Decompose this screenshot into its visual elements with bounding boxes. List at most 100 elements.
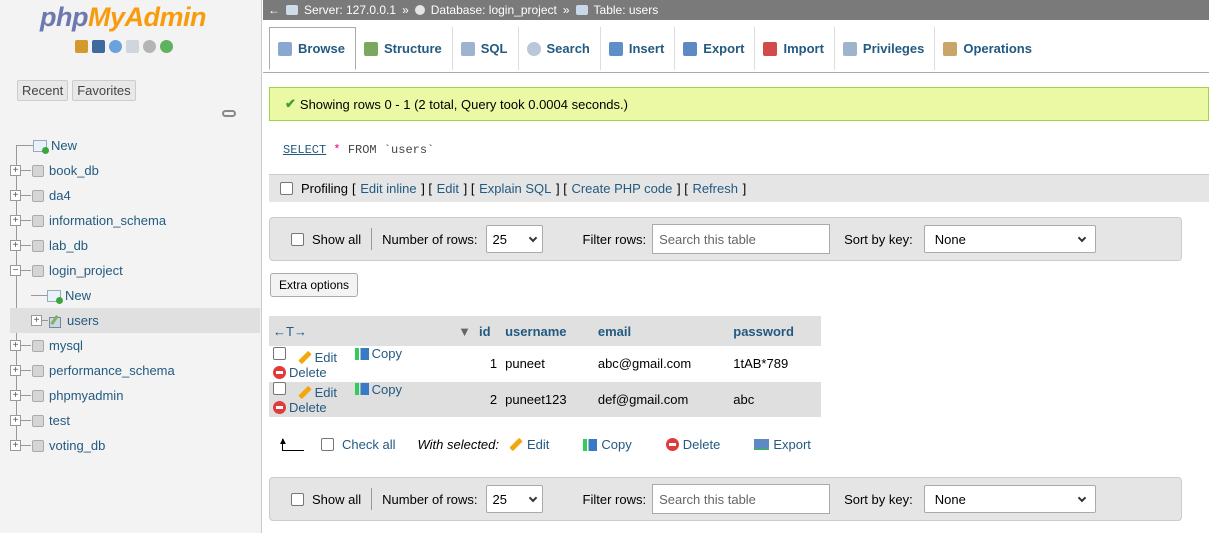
sql-keyword[interactable]: SELECT	[283, 143, 326, 157]
tab-recent[interactable]: Recent	[17, 80, 69, 101]
link-explain-sql[interactable]: Explain SQL	[479, 181, 551, 196]
show-all-checkbox[interactable]	[291, 232, 304, 246]
copy-label: Copy	[371, 381, 403, 397]
check-all-label[interactable]: Check all	[342, 437, 395, 452]
bulk-edit-label: Edit	[527, 437, 550, 452]
extra-options-button[interactable]: Extra options	[270, 273, 359, 297]
tab-operations[interactable]: Operations	[935, 27, 1042, 70]
rows-select[interactable]: 25	[485, 485, 543, 513]
link-edit-inline[interactable]: Edit inline	[360, 181, 416, 196]
edit-row-button[interactable]: Edit	[297, 350, 337, 365]
sort-select[interactable]: None	[923, 485, 1096, 513]
expand-icon[interactable]: +	[10, 215, 21, 226]
privileges-icon	[842, 41, 857, 56]
tree-item-performance-schema[interactable]: + performance_schema	[10, 358, 260, 383]
tab-insert[interactable]: Insert	[601, 27, 676, 70]
expand-icon[interactable]: +	[10, 365, 21, 376]
bulk-delete-button[interactable]: Delete	[665, 437, 720, 452]
row-checkbox[interactable]	[273, 346, 286, 360]
tree-item-information-schema[interactable]: + information_schema	[10, 208, 260, 233]
tree-item-phpmyadmin[interactable]: + phpmyadmin	[10, 383, 260, 408]
cell-password[interactable]: abc	[729, 381, 821, 417]
tab-export[interactable]: Export	[675, 27, 756, 70]
expand-icon[interactable]: +	[10, 390, 21, 401]
settings-icon[interactable]	[143, 40, 156, 53]
database-icon	[32, 439, 44, 452]
cell-username[interactable]: puneet123	[501, 381, 594, 417]
rows-select[interactable]: 25	[485, 225, 543, 253]
tree-item-users[interactable]: + users	[10, 308, 260, 333]
column-header-id[interactable]: id	[475, 316, 502, 346]
link-create-php-code[interactable]: Create PHP code	[571, 181, 672, 196]
filter-input[interactable]: Search this table	[652, 224, 831, 254]
tab-favorites[interactable]: Favorites	[72, 80, 136, 101]
cell-id[interactable]: 2	[475, 381, 502, 417]
copy-row-button[interactable]: Copy	[354, 381, 403, 397]
tab-browse[interactable]: Browse	[269, 27, 356, 70]
docs-icon[interactable]	[126, 40, 139, 53]
filter-input[interactable]: Search this table	[652, 484, 831, 514]
sort-select[interactable]: None	[923, 225, 1096, 253]
cell-email[interactable]: abc@gmail.com	[593, 346, 730, 382]
tree-item-lab-db[interactable]: + lab_db	[10, 233, 260, 258]
row-checkbox[interactable]	[273, 382, 286, 395]
cell-password[interactable]: 1tAB*789	[729, 346, 821, 382]
tree-item-new-table[interactable]: New	[10, 283, 260, 308]
delete-row-button[interactable]: Delete	[273, 400, 327, 415]
sql-query: SELECT * FROM `users`	[283, 143, 434, 157]
check-all-checkbox[interactable]	[321, 438, 334, 451]
rows-label: Number of rows:	[382, 231, 478, 247]
sort-arrow-icon[interactable]: ▼	[458, 324, 471, 339]
edit-row-button[interactable]: Edit	[297, 385, 337, 400]
expand-icon[interactable]: +	[10, 340, 21, 351]
tree-item-test[interactable]: + test	[10, 408, 260, 433]
tree-item-label: New	[65, 288, 92, 303]
bulk-edit-button[interactable]: Edit	[509, 437, 549, 452]
expand-icon[interactable]: +	[10, 240, 21, 251]
tree-item-mysql[interactable]: + mysql	[10, 333, 260, 358]
breadcrumb-server[interactable]: Server: 127.0.0.1	[304, 3, 396, 17]
expand-icon[interactable]: +	[31, 315, 42, 326]
cell-email[interactable]: def@gmail.com	[593, 381, 730, 417]
cell-id[interactable]: 1	[475, 346, 502, 382]
column-header-username[interactable]: username	[501, 316, 594, 346]
bulk-export-button[interactable]: Export	[754, 437, 811, 452]
link-edit[interactable]: Edit	[437, 181, 459, 196]
phpmyadmin-logo[interactable]: phpMyAdmin	[40, 2, 206, 33]
breadcrumb-table[interactable]: Table: users	[594, 3, 659, 17]
expand-icon[interactable]: +	[10, 440, 21, 451]
show-all-checkbox[interactable]	[291, 492, 304, 506]
tree-item-new[interactable]: New	[10, 133, 260, 158]
tab-structure[interactable]: Structure	[356, 27, 453, 70]
collapse-arrow-icon[interactable]: ←	[268, 3, 280, 17]
copy-row-button[interactable]: Copy	[354, 346, 402, 361]
breadcrumb-database[interactable]: Database: login_project	[431, 3, 557, 17]
logout-icon[interactable]	[92, 40, 105, 53]
bulk-copy-button[interactable]: Copy	[583, 437, 632, 452]
reload-icon[interactable]	[160, 40, 173, 53]
home-icon[interactable]	[75, 40, 88, 53]
column-header-password[interactable]: password	[729, 316, 821, 346]
cell-username[interactable]: puneet	[501, 346, 594, 382]
tab-sql[interactable]: SQL	[453, 27, 519, 70]
tree-item-book-db[interactable]: + book_db	[10, 158, 260, 183]
delete-row-button[interactable]: Delete	[273, 365, 327, 380]
tree-item-label: book_db	[49, 163, 99, 178]
help-icon[interactable]	[109, 40, 122, 53]
link-icon[interactable]	[222, 110, 236, 117]
expand-icon[interactable]: +	[10, 190, 21, 201]
tab-search[interactable]: Search	[519, 27, 601, 70]
tree-item-login-project[interactable]: − login_project	[10, 258, 260, 283]
tab-import[interactable]: Import	[755, 27, 835, 70]
tab-privileges[interactable]: Privileges	[835, 27, 936, 70]
tab-label: SQL	[480, 41, 508, 56]
column-header-email[interactable]: email	[593, 316, 730, 346]
expand-icon[interactable]: +	[10, 415, 21, 426]
tree-item-voting-db[interactable]: + voting_db	[10, 433, 260, 458]
expand-icon[interactable]: +	[10, 165, 21, 176]
column-nav-arrows[interactable]: ←T→	[273, 324, 307, 339]
profiling-checkbox[interactable]	[280, 182, 293, 195]
tree-item-da4[interactable]: + da4	[10, 183, 260, 208]
collapse-icon[interactable]: −	[10, 265, 21, 276]
link-refresh[interactable]: Refresh	[692, 181, 738, 196]
